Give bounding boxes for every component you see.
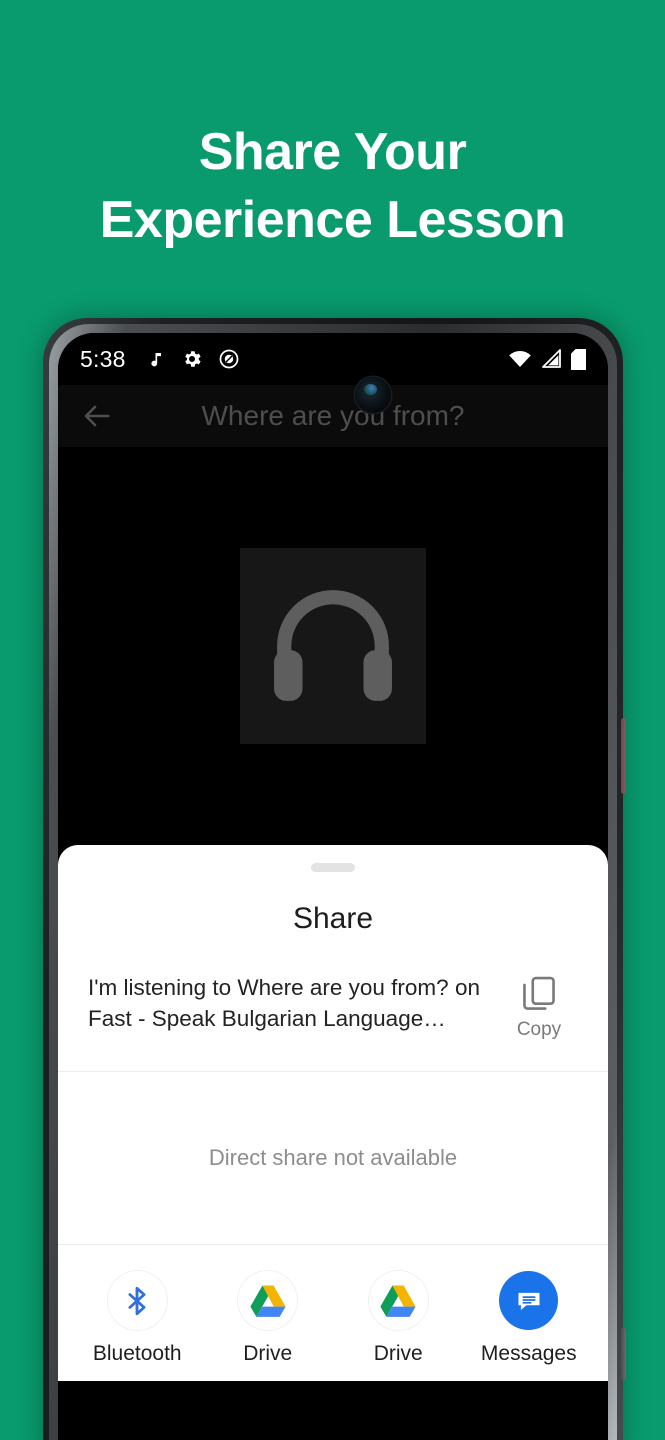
player-artwork-area [58,447,608,845]
status-right-icons [508,348,586,370]
phone-screen: 5:38 Where are you from? Share I'm liste… [58,333,608,1440]
phone-device-frame: 5:38 Where are you from? Share I'm liste… [43,318,626,1440]
promo-screenshot: Share Your Experience Lesson 5:38 Where … [0,0,665,1440]
do-not-disturb-icon [219,349,238,369]
share-target-drive-1[interactable]: Drive [203,1271,334,1381]
gear-icon [184,351,201,367]
wifi-icon [509,351,531,367]
status-bar: 5:38 [58,333,608,385]
battery-icon [571,348,586,370]
copy-label: Copy [516,1019,562,1040]
share-app-targets-row: Bluetooth Drive Drive Messages [58,1245,608,1381]
status-clock: 5:38 [80,345,126,372]
app-bar-title: Where are you from? [201,400,465,431]
google-drive-icon [368,1271,428,1330]
power-button[interactable] [621,718,626,794]
share-target-bluetooth[interactable]: Bluetooth [72,1271,203,1381]
share-bottom-sheet: Share I'm listening to Where are you fro… [58,845,608,1381]
volume-button[interactable] [621,1328,626,1380]
share-target-drive-2[interactable]: Drive [333,1271,464,1381]
phone-bezel: 5:38 Where are you from? Share I'm liste… [49,324,617,1440]
share-target-messages[interactable]: Messages [464,1271,595,1381]
google-drive-icon [238,1271,298,1330]
promo-heading-line-2: Experience Lesson [99,191,566,249]
promo-heading: Share Your Experience Lesson [0,118,665,254]
sheet-drag-handle[interactable] [311,863,355,872]
bluetooth-icon [107,1271,167,1330]
copy-button[interactable]: Copy [500,972,578,1041]
share-preview-row: I'm listening to Where are you from? on … [58,936,608,1071]
share-preview-text: I'm listening to Where are you from? on … [88,975,480,1031]
status-left-icons [145,348,240,370]
headphones-icon [274,590,392,701]
back-arrow-icon[interactable] [80,399,114,433]
cellular-signal-icon [542,349,561,368]
share-target-label: Drive [243,1342,293,1365]
app-bar: Where are you from? [58,385,608,447]
google-messages-icon [499,1271,559,1330]
share-target-label: Drive [373,1342,423,1365]
promo-heading-line-1: Share Your [198,123,467,181]
front-camera-icon [355,377,391,413]
share-sheet-title: Share [292,902,374,935]
direct-share-message: Direct share not available [208,1145,458,1170]
copy-icon [523,976,555,1010]
music-note-icon [150,352,161,366]
share-target-label: Bluetooth [92,1342,182,1365]
artwork-placeholder [240,548,426,744]
share-target-label: Messages [480,1342,577,1365]
